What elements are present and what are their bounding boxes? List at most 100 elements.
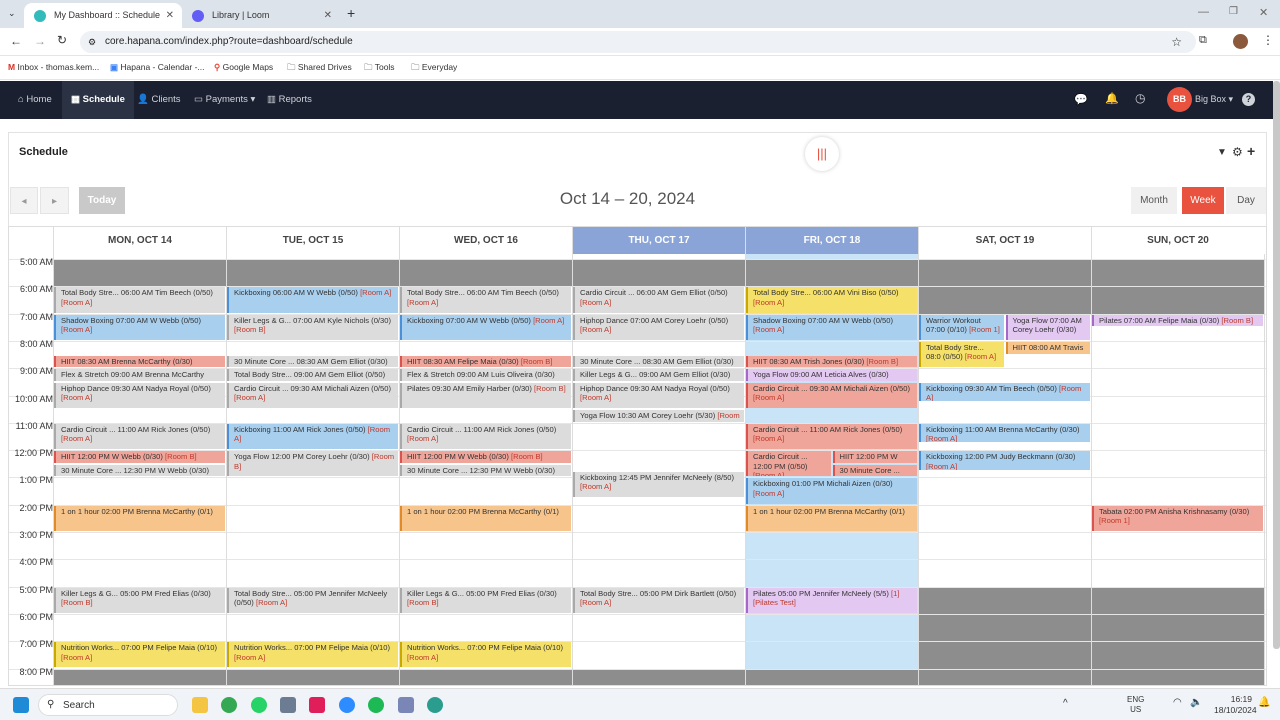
nav-clients[interactable]: 👤 Clients [134,81,184,119]
class-event[interactable]: Total Body Stre... 06:00 AM Tim Beech (0… [400,287,571,313]
view-week-button[interactable]: Week [1182,187,1224,214]
class-event[interactable]: Kickboxing 12:45 PM Jennifer McNeely (8/… [573,471,744,497]
settings-app-icon[interactable] [280,697,296,713]
class-event[interactable]: Total Body Stre... 06:00 AM Vini Biso (0… [746,287,917,313]
class-event[interactable]: Kickboxing 12:00 PM Judy Beckmann (0/30)… [919,451,1090,470]
profile-avatar[interactable] [1233,34,1248,49]
chevron-up-icon[interactable]: ^ [1063,698,1068,709]
reload-icon[interactable]: ↻ [57,33,67,47]
class-event[interactable]: 30 Minute Core ... 12:30 PM W Webb (0/30… [400,464,571,477]
class-event[interactable]: Cardio Circuit ... 11:00 AM Rick Jones (… [54,423,225,450]
window-close-icon[interactable]: ✕ [1259,6,1268,19]
app-icon[interactable] [427,697,443,713]
day-header[interactable]: WED, OCT 16 [399,227,572,254]
class-event[interactable]: Total Body Stre... 09:00 AM Gem Elliot (… [227,369,398,381]
tab-search-icon[interactable]: ⌄ [8,8,16,19]
restore-icon[interactable]: ❐ [1229,6,1238,17]
wifi-icon[interactable]: ◠ [1173,697,1182,708]
tab-my-dashboard[interactable]: My Dashboard :: Schedule ✕ [24,3,182,28]
bookmark-tools[interactable]: 🗀 Tools [364,62,395,76]
class-event[interactable]: HIIT 12:00 PM W Webb (0/30) [Room B] [54,451,225,463]
browser-menu-icon[interactable]: ⋮ [1262,33,1274,47]
nav-home[interactable]: ⌂ Home [10,81,60,119]
account-menu[interactable]: Big Box ▾ [1195,94,1233,105]
class-event[interactable]: Killer Legs & G... 05:00 PM Fred Elias (… [400,587,571,613]
file-explorer-icon[interactable] [192,697,208,713]
class-event[interactable]: Kickboxing 06:00 AM W Webb (0/50) [Room … [227,287,398,313]
class-event[interactable]: Hiphop Dance 07:00 AM Corey Loehr (0/50)… [573,314,744,340]
settings-gear-icon[interactable]: ⚙ [1232,145,1243,159]
class-event[interactable]: HIIT 12:00 PM W [832,451,917,463]
class-event[interactable]: HIIT 08:30 AM Brenna McCarthy (0/30) [54,355,225,368]
class-event[interactable]: Pilates 07:00 AM Felipe Maia (0/30) [Roo… [1092,314,1263,327]
class-event[interactable]: Kickboxing 09:30 AM Tim Beech (0/50) [Ro… [919,382,1090,402]
bookmark-star-icon[interactable]: ☆ [1171,31,1182,53]
barcode-scan-icon[interactable]: ||| [805,137,839,171]
extensions-icon[interactable]: ⧉ [1199,34,1207,47]
bookmark-everyday[interactable]: 🗀 Everyday [411,62,457,76]
class-event[interactable]: Flex & Stretch 09:00 AM Brenna McCarthy [54,369,225,381]
class-event[interactable]: Cardio Circuit ... 11:00 AM Rick Jones (… [746,423,917,450]
class-event[interactable]: Yoga Flow 07:00 AM Corey Loehr (0/30) [1005,314,1090,340]
class-event[interactable]: Kickboxing 07:00 AM W Webb (0/50) [Room … [400,314,571,340]
class-event[interactable]: Tabata 02:00 PM Anisha Krishnasamy (0/30… [1092,505,1263,531]
class-event[interactable]: Total Body Stre... 05:00 PM Jennifer McN… [227,587,398,613]
chrome-icon[interactable] [221,697,237,713]
close-icon[interactable]: ✕ [324,3,332,28]
class-event[interactable]: 30 Minute Core ... 08:30 AM Gem Elliot (… [573,355,744,368]
clock-display[interactable]: 16:19 18/10/2024 [1214,694,1257,716]
class-event[interactable]: HIIT 08:00 AM Travis [1005,341,1090,354]
class-event[interactable]: Total Body Stre... 08:0 (0/50) [Room A] [919,341,1004,368]
back-icon[interactable]: ← [10,34,22,48]
class-event[interactable]: Shadow Boxing 07:00 AM W Webb (0/50) [Ro… [746,314,917,340]
class-event[interactable]: Cardio Circuit ... 06:00 AM Gem Elliot (… [573,287,744,313]
class-event[interactable]: HIIT 08:30 AM Trish Jones (0/30) [Room B… [746,355,917,368]
nav-reports[interactable]: ▥ Reports [264,81,315,119]
slack-icon[interactable] [309,697,325,713]
class-event[interactable]: Warrior Workout 07:00 (0/10) [Room 1] [919,314,1004,340]
class-event[interactable]: 1 on 1 hour 02:00 PM Brenna McCarthy (0/… [746,505,917,531]
avatar[interactable]: BB [1167,87,1192,112]
next-week-button[interactable]: ▸ [40,187,69,214]
spotify-icon[interactable] [368,697,384,713]
day-header[interactable]: MON, OCT 14 [53,227,226,254]
class-event[interactable]: Cardio Circuit ... 12:00 PM (0/50) [Room… [746,451,831,477]
page-scrollbar[interactable] [1273,81,1280,649]
class-event[interactable]: Hiphop Dance 09:30 AM Nadya Royal (0/50)… [573,382,744,409]
class-event[interactable]: Cardio Circuit ... 11:00 AM Rick Jones (… [400,423,571,450]
class-event[interactable]: 1 on 1 hour 02:00 PM Brenna McCarthy (0/… [400,505,571,531]
class-event[interactable]: Pilates 05:00 PM Jennifer McNeely (5/5) … [746,587,917,613]
class-event[interactable]: Shadow Boxing 07:00 AM W Webb (0/50) [Ro… [54,314,225,340]
class-event[interactable]: Kickboxing 01:00 PM Michali Aizen (0/30)… [746,478,917,504]
language-indicator[interactable]: ENG US [1127,695,1144,715]
bell-icon[interactable]: 🔔 [1105,92,1119,105]
tab-loom[interactable]: Library | Loom ✕ [182,3,340,28]
windows-start-icon[interactable] [13,697,29,713]
class-event[interactable]: Nutrition Works... 07:00 PM Felipe Maia … [54,642,225,668]
class-event[interactable]: Flex & Stretch 09:00 AM Luis Oliveira (0… [400,369,571,381]
day-header[interactable]: SAT, OCT 19 [918,227,1091,254]
forward-icon[interactable]: → [34,34,46,48]
notification-bell-icon[interactable]: 🔔 [1258,697,1270,708]
nav-payments[interactable]: ▭ Payments ▾ [192,81,257,119]
class-event[interactable]: 30 Minute Core ... 12:30 PM W Webb (0/30… [54,464,225,477]
class-event[interactable]: Yoga Flow 10:30 AM Corey Loehr (5/30) [R… [573,410,744,422]
class-event[interactable]: Yoga Flow 09:00 AM Leticia Alves (0/30) [746,369,917,381]
url-field[interactable]: ⚙ core.hapana.com/index.php?route=dashbo… [80,31,1196,53]
class-event[interactable]: Kickboxing 11:00 AM Rick Jones (0/50) [R… [227,423,398,450]
bookmark-shared-drives[interactable]: 🗀 Shared Drives [287,62,352,76]
class-event[interactable]: Killer Legs & G... 07:00 AM Kyle Nichols… [227,314,398,340]
class-event[interactable]: HIIT 08:30 AM Felipe Maia (0/30) [Room B… [400,355,571,368]
class-event[interactable]: Cardio Circuit ... 09:30 AM Michali Aize… [227,382,398,409]
help-icon[interactable]: ? [1242,93,1255,106]
whatsapp-icon[interactable] [251,697,267,713]
chat-icon[interactable]: 💬 [1074,93,1088,106]
add-icon[interactable]: + [1247,143,1255,159]
class-event[interactable]: 1 on 1 hour 02:00 PM Brenna McCarthy (0/… [54,505,225,531]
class-event[interactable]: Killer Legs & G... 05:00 PM Fred Elias (… [54,587,225,613]
view-day-button[interactable]: Day [1226,187,1266,214]
class-event[interactable]: 30 Minute Core ... 08:30 AM Gem Elliot (… [227,355,398,368]
app-icon[interactable] [398,697,414,713]
day-header[interactable]: FRI, OCT 18 [745,227,918,254]
speaker-icon[interactable]: 🔈 [1190,697,1202,708]
